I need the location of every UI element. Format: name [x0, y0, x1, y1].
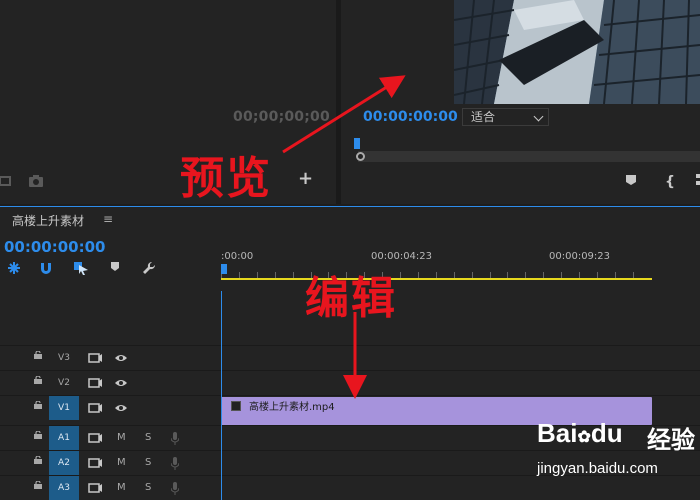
ruler-label: 00:00:04:23	[371, 251, 433, 262]
program-timecode[interactable]: 00:00:00:00	[363, 109, 458, 125]
lock-icon[interactable]	[34, 456, 42, 464]
timeline-timecode[interactable]: 00:00:00:00	[4, 238, 106, 256]
solo-button[interactable]: S	[145, 476, 151, 500]
source-monitor: 00;00;00;00 +	[0, 0, 336, 204]
baidu-watermark: Bai✿du 经验 jingyan.baidu.com	[537, 418, 699, 500]
sync-lock-icon[interactable]	[88, 483, 102, 493]
microphone-icon[interactable]	[171, 482, 179, 495]
track-header: A2 M S	[0, 451, 220, 475]
nest-sequence-icon[interactable]	[7, 261, 21, 275]
preview-annotation: 预览	[180, 153, 272, 204]
program-monitor: 00:00:00:00 适合 {	[341, 0, 700, 204]
panel-menu-icon[interactable]: ≡	[103, 212, 113, 226]
playhead-line	[221, 291, 222, 500]
track-target-v3[interactable]: V3	[49, 346, 79, 370]
chevron-down-icon	[533, 111, 544, 122]
add-marker-icon[interactable]	[625, 174, 637, 186]
track-target-v1[interactable]: V1	[49, 396, 79, 420]
fit-dropdown[interactable]: 适合	[462, 108, 549, 126]
track-content[interactable]	[221, 346, 700, 370]
track-target-a1[interactable]: A1	[49, 426, 79, 450]
track-header: V3	[0, 346, 220, 370]
eye-icon[interactable]	[114, 353, 128, 363]
linked-selection-icon[interactable]	[73, 261, 89, 275]
timeline-playhead[interactable]	[221, 264, 227, 274]
track-header: V2	[0, 371, 220, 395]
video-preview-frame	[454, 0, 700, 104]
program-scrub-bar[interactable]	[358, 151, 700, 162]
fit-dropdown-value: 适合	[471, 110, 496, 124]
lock-icon[interactable]	[34, 481, 42, 489]
snap-magnet-icon[interactable]	[39, 261, 53, 275]
export-frame-icon[interactable]	[0, 174, 16, 188]
track-content[interactable]	[221, 371, 700, 395]
mark-in-icon[interactable]: {	[665, 174, 675, 190]
mute-button[interactable]: M	[117, 426, 126, 450]
add-button-icon[interactable]: +	[298, 170, 313, 188]
sync-lock-icon[interactable]	[88, 403, 102, 413]
solo-button[interactable]: S	[145, 426, 151, 450]
track-target-v2[interactable]: V2	[49, 371, 79, 395]
lock-icon[interactable]	[34, 376, 42, 384]
source-timecode[interactable]: 00;00;00;00	[233, 109, 330, 125]
ruler-label: 00:00:09:23	[549, 251, 611, 262]
track-target-a3[interactable]: A3	[49, 476, 79, 500]
sync-lock-icon[interactable]	[88, 378, 102, 388]
eye-icon[interactable]	[114, 378, 128, 388]
track-header: V1	[0, 396, 220, 420]
camera-icon[interactable]	[28, 174, 44, 188]
add-marker-icon[interactable]	[110, 261, 120, 273]
lock-icon[interactable]	[34, 351, 42, 359]
track-header: A1 M S	[0, 426, 220, 450]
wrench-icon[interactable]	[142, 261, 156, 275]
mark-out-icon[interactable]	[696, 174, 700, 186]
track-header: A3 M S	[0, 476, 220, 500]
baidu-logo: Bai✿du	[537, 418, 623, 448]
solo-button[interactable]: S	[145, 451, 151, 475]
clip-name: 高楼上升素材.mp4	[249, 402, 335, 413]
sync-lock-icon[interactable]	[88, 458, 102, 468]
track-row-v2: V2	[0, 370, 700, 395]
sync-lock-icon[interactable]	[88, 433, 102, 443]
sync-lock-icon[interactable]	[88, 353, 102, 363]
eye-icon[interactable]	[114, 403, 128, 413]
program-playhead[interactable]	[354, 138, 360, 149]
mute-button[interactable]: M	[117, 476, 126, 500]
lock-icon[interactable]	[34, 401, 42, 409]
jingyan-label: 经验	[647, 426, 695, 454]
track-row-v3: V3	[0, 345, 700, 370]
watermark-url: jingyan.baidu.com	[537, 460, 658, 477]
microphone-icon[interactable]	[171, 432, 179, 445]
mute-button[interactable]: M	[117, 451, 126, 475]
lock-icon[interactable]	[34, 431, 42, 439]
sequence-tab[interactable]: 高楼上升素材	[12, 212, 84, 229]
time-ruler[interactable]: :00:00 00:00:04:23 00:00:09:23	[221, 247, 700, 285]
fx-badge-icon	[231, 401, 241, 411]
microphone-icon[interactable]	[171, 457, 179, 470]
track-target-a2[interactable]: A2	[49, 451, 79, 475]
ruler-label: :00:00	[221, 251, 254, 262]
work-area-bar[interactable]	[221, 278, 652, 280]
zoom-handle-icon[interactable]	[356, 152, 365, 161]
edit-annotation: 编辑	[305, 273, 397, 324]
